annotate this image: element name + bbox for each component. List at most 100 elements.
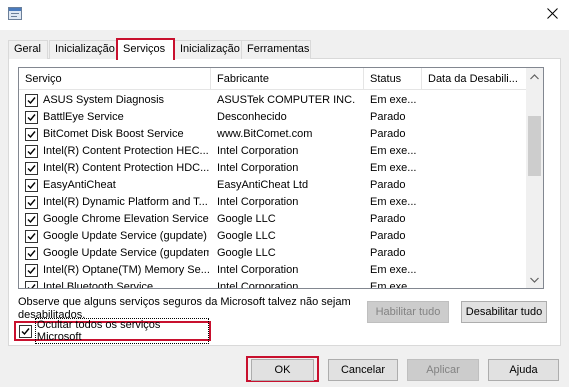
scroll-down-button[interactable]	[526, 271, 543, 288]
hide-microsoft-services-option[interactable]: Ocultar todos os serviços Microsoft	[14, 318, 211, 344]
checkmark-icon	[27, 148, 36, 156]
checkmark-icon	[27, 114, 36, 122]
scrollbar-thumb[interactable]	[528, 116, 541, 176]
service-checkbox[interactable]	[25, 264, 38, 277]
service-status: Em exe...	[370, 264, 417, 276]
help-button[interactable]: Ajuda	[488, 359, 559, 381]
column-header-disabled-date[interactable]: Data da Desabili...	[422, 68, 528, 90]
checkmark-icon	[27, 250, 36, 258]
table-row[interactable]: BitComet Disk Boost Service www.BitComet.…	[19, 126, 528, 143]
service-manufacturer: Google LLC	[217, 247, 276, 259]
service-checkbox[interactable]	[25, 179, 38, 192]
chevron-up-icon	[530, 73, 539, 79]
checkmark-icon	[27, 233, 36, 241]
service-checkbox[interactable]	[25, 128, 38, 141]
service-manufacturer: Intel Corporation	[217, 264, 299, 276]
service-checkbox[interactable]	[25, 94, 38, 107]
table-row[interactable]: Google Update Service (gupdate) Google LL…	[19, 228, 528, 245]
tab-inicializacao[interactable]: Inicialização	[174, 40, 242, 59]
table-row[interactable]: Intel(R) Content Protection HEC... Intel …	[19, 143, 528, 160]
checkmark-icon	[27, 216, 36, 224]
column-header-manufacturer[interactable]: Fabricante	[211, 68, 364, 90]
service-checkbox[interactable]	[25, 281, 38, 288]
service-status: Parado	[370, 247, 406, 259]
service-checkbox[interactable]	[25, 247, 38, 260]
ok-button[interactable]: OK	[251, 359, 314, 381]
service-name: Google Chrome Elevation Service	[43, 213, 209, 225]
checkmark-icon	[27, 131, 36, 139]
close-icon	[546, 8, 558, 22]
hide-microsoft-services-checkbox[interactable]	[19, 324, 32, 338]
service-status: Parado	[370, 179, 406, 191]
service-status: Em exe...	[370, 145, 417, 157]
service-checkbox[interactable]	[25, 162, 38, 175]
disable-all-button[interactable]: Desabilitar tudo	[461, 301, 547, 323]
table-row[interactable]: Intel Bluetooth Service Intel Corporation…	[19, 279, 528, 289]
service-rows: ASUS System Diagnosis ASUSTek COMPUTER IN…	[19, 92, 528, 289]
service-manufacturer: EasyAntiCheat Ltd	[217, 179, 309, 191]
msconfig-app-icon	[8, 7, 22, 20]
chevron-down-icon	[530, 277, 539, 283]
scroll-up-button[interactable]	[526, 68, 543, 85]
enable-all-button[interactable]: Habilitar tudo	[367, 301, 449, 323]
service-checkbox[interactable]	[25, 213, 38, 226]
service-status: Em exe...	[370, 196, 417, 208]
service-name: BitComet Disk Boost Service	[43, 128, 184, 140]
service-name: Intel(R) Content Protection HEC...	[43, 145, 209, 157]
checkmark-icon	[27, 199, 36, 207]
service-manufacturer: Intel Corporation	[217, 145, 299, 157]
close-button[interactable]	[535, 0, 569, 30]
service-manufacturer: Intel Corporation	[217, 162, 299, 174]
cancel-button[interactable]: Cancelar	[328, 359, 398, 381]
service-name: Intel(R) Dynamic Platform and T...	[43, 196, 208, 208]
service-status: Em exe...	[370, 281, 417, 289]
column-header-status[interactable]: Status	[364, 68, 422, 90]
title-bar	[0, 0, 569, 30]
tab-geral[interactable]: Geral	[8, 40, 48, 59]
service-manufacturer: Desconhecido	[217, 111, 287, 123]
table-row[interactable]: Intel(R) Optane(TM) Memory Se... Intel Co…	[19, 262, 528, 279]
tab-servicos[interactable]: Serviços	[116, 38, 175, 60]
list-header: Serviço Fabricante Status Data da Desabi…	[19, 68, 528, 90]
table-row[interactable]: Intel(R) Content Protection HDC... Intel …	[19, 160, 528, 177]
apply-button[interactable]: Aplicar	[407, 359, 479, 381]
vertical-scrollbar[interactable]	[526, 68, 543, 288]
service-status: Parado	[370, 213, 406, 225]
table-row[interactable]: Google Chrome Elevation Service Google LL…	[19, 211, 528, 228]
service-manufacturer: ASUSTek COMPUTER INC.	[217, 94, 356, 106]
checkmark-icon	[27, 97, 36, 105]
table-row[interactable]: Google Update Service (gupdatem) Google L…	[19, 245, 528, 262]
services-list[interactable]: Serviço Fabricante Status Data da Desabi…	[18, 67, 544, 289]
service-status: Parado	[370, 128, 406, 140]
service-name: Google Update Service (gupdate)	[43, 230, 207, 242]
service-manufacturer: Google LLC	[217, 213, 276, 225]
checkmark-icon	[27, 165, 36, 173]
column-header-service[interactable]: Serviço	[19, 68, 211, 90]
checkmark-icon	[27, 284, 36, 288]
service-name: Intel(R) Optane(TM) Memory Se...	[43, 264, 209, 276]
tab-ferramentas[interactable]: Ferramentas	[241, 40, 311, 59]
service-checkbox[interactable]	[25, 145, 38, 158]
service-status: Em exe...	[370, 94, 417, 106]
hide-microsoft-services-label[interactable]: Ocultar todos os serviços Microsoft	[34, 318, 209, 344]
checkmark-icon	[27, 267, 36, 275]
table-row[interactable]: Intel(R) Dynamic Platform and T... Intel …	[19, 194, 528, 211]
checkmark-icon	[21, 327, 30, 335]
service-checkbox[interactable]	[25, 196, 38, 209]
table-row[interactable]: ASUS System Diagnosis ASUSTek COMPUTER IN…	[19, 92, 528, 109]
service-checkbox[interactable]	[25, 111, 38, 124]
table-row[interactable]: BattlEye Service Desconhecido Parado	[19, 109, 528, 126]
service-name: Google Update Service (gupdatem)	[43, 247, 209, 259]
service-manufacturer: Intel Corporation	[217, 196, 299, 208]
service-status: Parado	[370, 111, 406, 123]
service-status: Em exe...	[370, 162, 417, 174]
service-name: BattlEye Service	[43, 111, 124, 123]
tab-inicializacao-modo[interactable]: Inicialização	[49, 40, 117, 59]
table-row[interactable]: EasyAntiCheat EasyAntiCheat Ltd Parado	[19, 177, 528, 194]
service-manufacturer: Intel Corporation	[217, 281, 299, 289]
service-manufacturer: www.BitComet.com	[217, 128, 313, 140]
checkmark-icon	[27, 182, 36, 190]
service-status: Parado	[370, 230, 406, 242]
service-checkbox[interactable]	[25, 230, 38, 243]
service-name: Intel Bluetooth Service	[43, 281, 154, 289]
